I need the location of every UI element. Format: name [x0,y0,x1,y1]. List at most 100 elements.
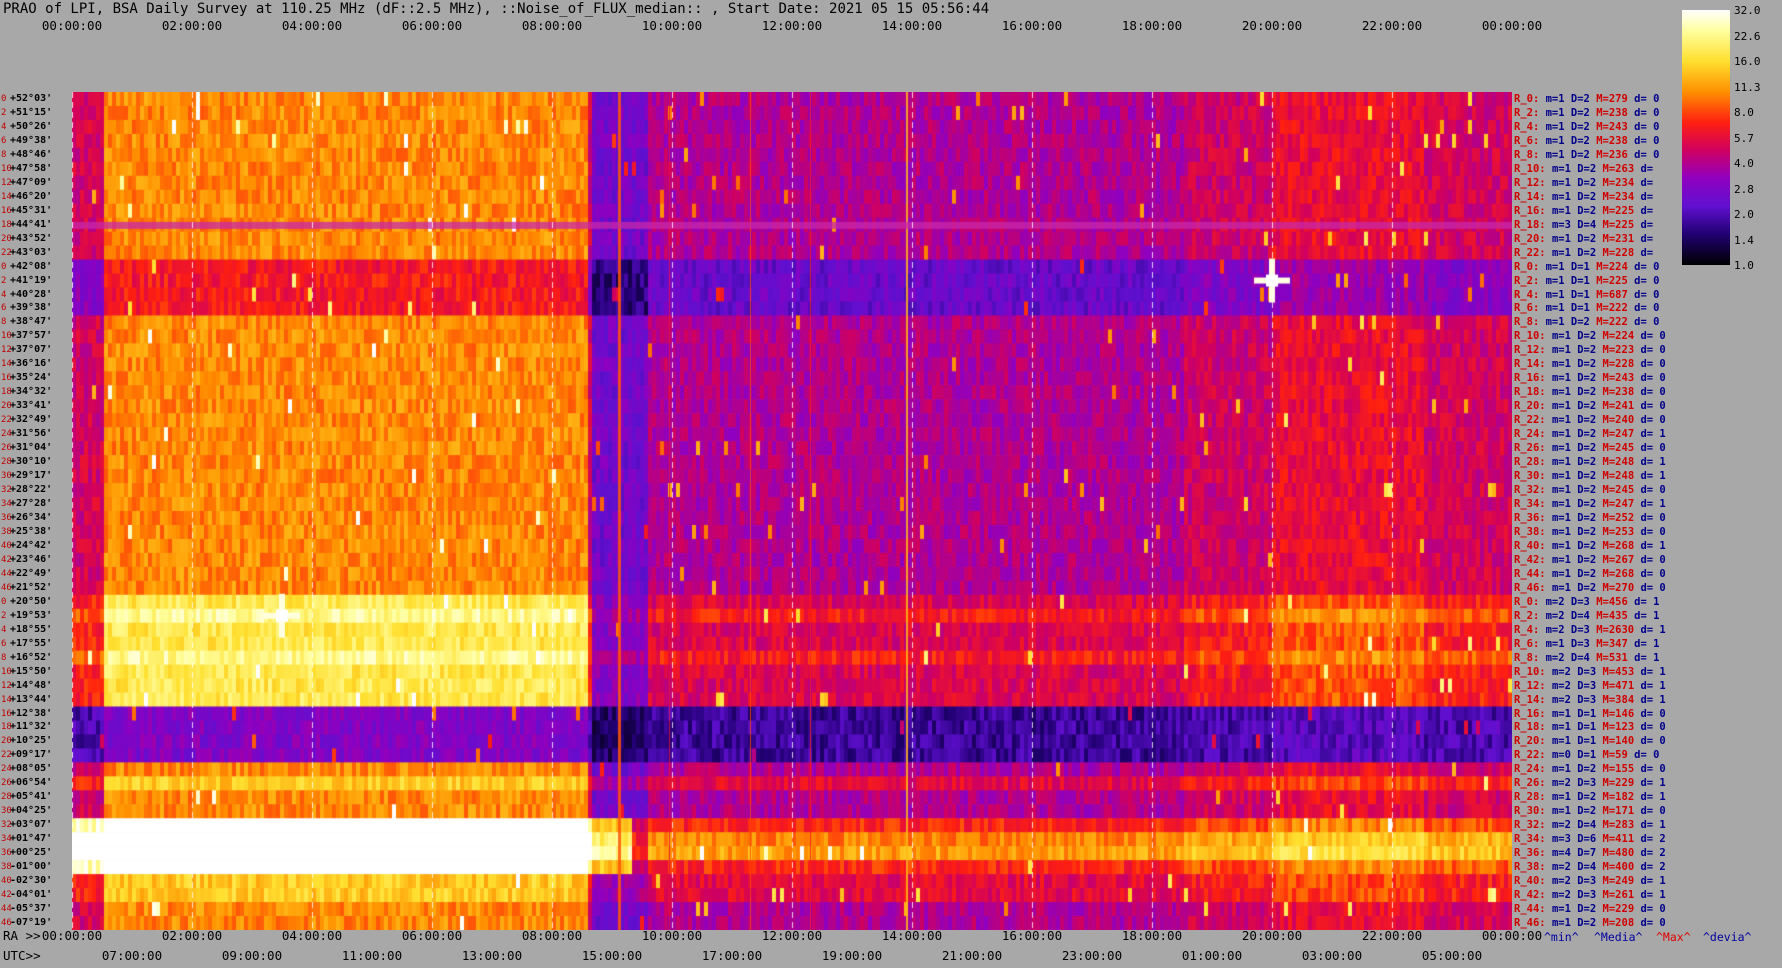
colorbar-label: 5.7 [1734,131,1754,145]
ra-tick-label: 10:00:00 [641,928,703,943]
declination-label: +48°46' [10,148,53,160]
row-stat-d: D=2 [1577,805,1603,818]
row-stat-r: R_8: [1514,316,1546,329]
row-stat-d: D=2 [1570,316,1597,329]
row-stat-m: m=1 [1551,246,1578,259]
row-stat-r: R_30: [1514,805,1552,818]
row-stat-r: R_12: [1514,176,1552,189]
row-stat-M: M=268 [1602,567,1641,580]
row-stat: R_40: m=2 D=3 M=249 d= 1 [1514,875,1666,887]
row-stat-M: M=229 [1602,777,1641,790]
row-stat: R_2: m=1 D=2 M=238 d= 0 [1514,107,1659,119]
row-stat-m: m=3 [1551,833,1578,846]
row-stat-M: M=224 [1602,330,1641,343]
row-stat-r: R_8: [1514,651,1546,664]
row-stat-dv: d= 1 [1640,470,1666,483]
row-stat: R_12: m=1 D=2 M=223 d= 0 [1514,344,1666,356]
row-stat-m: m=1 [1551,386,1578,399]
declination-label: +31°04' [10,442,53,454]
row-stat-d: D=3 [1577,693,1603,706]
utc-tick-label: 09:00:00 [221,948,283,963]
row-stat: R_4: m=1 D=2 M=243 d= 0 [1514,121,1659,133]
row-index: 0 [1,261,7,272]
row-stat-m: m=1 [1551,442,1578,455]
row-stat-r: R_10: [1514,162,1552,175]
row-stat-r: R_28: [1514,456,1552,469]
declination-label: +39°38' [10,302,53,314]
row-stat-m: m=2 [1545,609,1571,622]
row-stat-M: M=411 [1602,833,1641,846]
row-stat-M: M=687 [1596,288,1635,301]
row-stat-M: M=261 [1602,889,1641,902]
row-stat-dv: d= 0 [1634,148,1660,161]
row-stat-d: D=4 [1577,819,1603,832]
row-stat-d: D=2 [1570,92,1597,105]
row-stat: R_32: m=1 D=2 M=245 d= 0 [1514,484,1666,496]
row-stat-M: M=182 [1602,791,1641,804]
row-stat: R_8: m=1 D=2 M=222 d= 0 [1514,316,1659,328]
row-stat-d: D=3 [1577,889,1603,902]
row-stat-r: R_44: [1514,903,1552,916]
utc-tick-label: 23:00:00 [1061,948,1123,963]
declination-label: +23°46' [10,553,53,565]
row-stat-M: M=279 [1596,92,1635,105]
row-stat-dv: d= 1 [1640,539,1666,552]
row-stat: R_44: m=1 D=2 M=229 d= 0 [1514,903,1666,915]
top-tick-label: 12:00:00 [761,18,823,33]
row-stat-dv: d= 0 [1640,525,1666,538]
row-stat-dv: d= 1 [1640,791,1666,804]
ra-tick-label: 04:00:00 [281,928,343,943]
row-stat-d: D=2 [1577,330,1603,343]
row-stat-dv: d= 1 [1640,428,1666,441]
ra-tick-label: 00:00:00 [1481,928,1543,943]
row-stat-M: M=208 [1602,917,1641,930]
row-stat-m: m=1 [1545,148,1571,161]
row-stat: R_26: m=2 D=3 M=229 d= 1 [1514,777,1666,789]
row-stat-r: R_18: [1514,218,1552,231]
row-stat-dv: d= 1 [1640,819,1666,832]
row-stat-d: D=4 [1577,861,1603,874]
declination-label: +47°09' [10,176,53,188]
row-stat-m: m=1 [1551,190,1578,203]
row-stat: R_30: m=1 D=2 M=248 d= 1 [1514,470,1666,482]
row-stat-m: m=1 [1551,162,1578,175]
row-stat-r: R_24: [1514,763,1552,776]
row-stat-d: D=2 [1570,120,1597,133]
row-stat-dv: d= 0 [1634,120,1660,133]
row-stat-m: m=2 [1551,875,1578,888]
ra-tick-label: 00:00:00 [41,928,103,943]
ra-tick-label: 02:00:00 [161,928,223,943]
row-stat-m: m=4 [1551,847,1578,860]
row-stat-dv: d= 0 [1640,581,1666,594]
row-stat-M: M=245 [1602,442,1641,455]
declination-label: +21°52' [10,581,53,593]
declination-label: +09°17' [10,749,53,761]
row-stat-r: R_14: [1514,693,1552,706]
row-stat-m: m=1 [1545,302,1571,315]
row-stat-dv: d= 1 [1640,679,1666,692]
declination-label: +00°25' [10,847,53,859]
declination-label: +01°47' [10,833,53,845]
colorbar-label: 22.6 [1734,29,1761,43]
colorbar-label: 2.8 [1734,182,1754,196]
row-stat-dv: d= 0 [1634,260,1660,273]
row-stat-d: D=2 [1577,511,1603,524]
row-stat-M: M=225 [1596,274,1635,287]
row-stat-dv: d= 0 [1640,386,1666,399]
row-stat-M: M=228 [1602,246,1641,259]
row-stat-M: M=384 [1602,693,1641,706]
row-stat-r: R_34: [1514,833,1552,846]
row-stat: R_22: m=1 D=2 M=228 d= [1514,247,1653,259]
row-stat: R_0: m=1 D=1 M=224 d= 0 [1514,261,1659,273]
row-stat: R_44: m=1 D=2 M=268 d= 0 [1514,568,1666,580]
row-index: 6 [1,135,7,146]
row-stat-dv: d= [1640,204,1654,217]
row-stat: R_40: m=1 D=2 M=268 d= 1 [1514,540,1666,552]
declination-label: +06°54' [10,777,53,789]
row-stat-dv: d= 0 [1640,707,1666,720]
declination-label: +34°32' [10,386,53,398]
top-tick-label: 14:00:00 [881,18,943,33]
row-stat: R_12: m=1 D=2 M=234 d= [1514,177,1653,189]
row-stat-r: R_32: [1514,484,1552,497]
row-stat-d: D=2 [1577,428,1603,441]
